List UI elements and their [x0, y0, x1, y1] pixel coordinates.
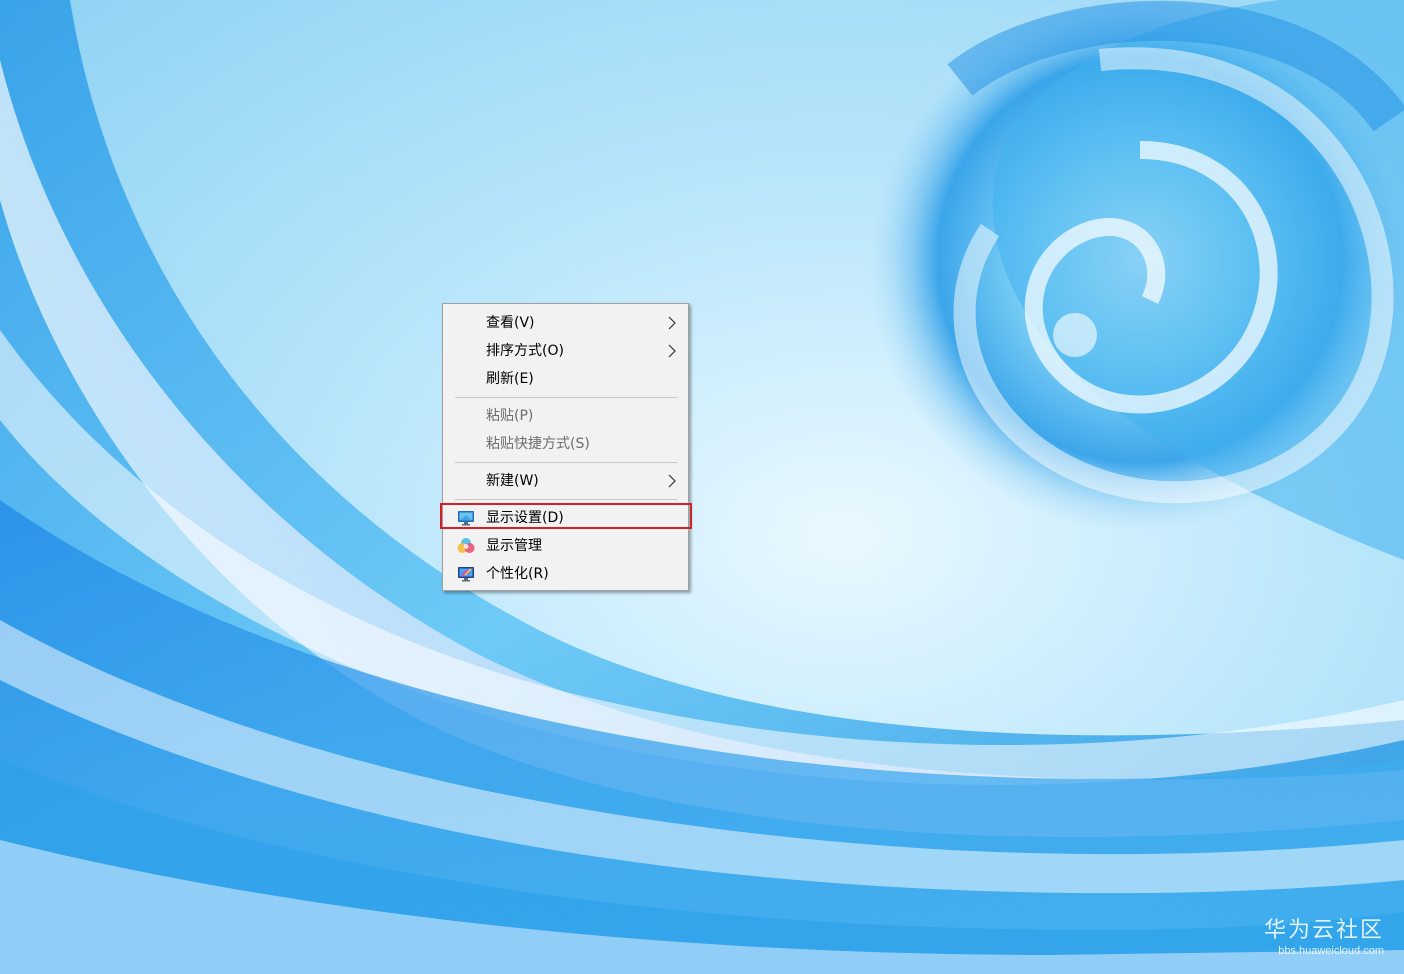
menu-item-paste[interactable]: 粘贴(P): [444, 403, 689, 429]
menu-item-label: 显示设置(D): [486, 510, 564, 526]
display-settings-icon: [458, 511, 474, 526]
display-management-icon: [457, 538, 475, 553]
watermark-title: 华为云社区: [1263, 918, 1384, 943]
wallpaper-image: [0, 0, 1404, 974]
menu-item-view[interactable]: 查看(V): [444, 310, 689, 336]
menu-item-personalize[interactable]: 个性化(R): [444, 561, 689, 587]
menu-item-label: 刷新(E): [486, 371, 534, 387]
chevron-right-icon: [668, 344, 676, 358]
watermark-url: bbs.huaweicloud.com: [1278, 945, 1384, 957]
menu-item-paste-shortcut[interactable]: 粘贴快捷方式(S): [444, 431, 689, 457]
menu-separator: [455, 499, 677, 500]
menu-item-label: 新建(W): [486, 473, 539, 489]
menu-item-label: 个性化(R): [486, 566, 549, 582]
menu-item-label: 查看(V): [486, 315, 535, 331]
menu-item-sort-by[interactable]: 排序方式(O): [444, 338, 689, 364]
menu-item-refresh[interactable]: 刷新(E): [444, 366, 689, 392]
menu-item-label: 显示管理: [486, 538, 542, 554]
chevron-right-icon: [668, 474, 676, 488]
chevron-right-icon: [668, 316, 676, 330]
menu-separator: [455, 397, 677, 398]
menu-item-label: 排序方式(O): [486, 343, 564, 359]
menu-item-display-settings[interactable]: 显示设置(D): [444, 505, 689, 531]
menu-item-label: 粘贴(P): [486, 408, 534, 424]
desktop-context-menu: 查看(V) 排序方式(O) 刷新(E) 粘贴(P) 粘贴快捷方式(S) 新建(W…: [442, 303, 689, 591]
menu-item-new[interactable]: 新建(W): [444, 468, 689, 494]
menu-separator: [455, 462, 677, 463]
menu-item-display-management[interactable]: 显示管理: [444, 533, 689, 559]
personalize-icon: [458, 567, 474, 582]
desktop[interactable]: 查看(V) 排序方式(O) 刷新(E) 粘贴(P) 粘贴快捷方式(S) 新建(W…: [0, 0, 1404, 974]
menu-item-label: 粘贴快捷方式(S): [486, 436, 590, 452]
watermark: 华为云社区 bbs.huaweicloud.com: [1264, 918, 1384, 958]
